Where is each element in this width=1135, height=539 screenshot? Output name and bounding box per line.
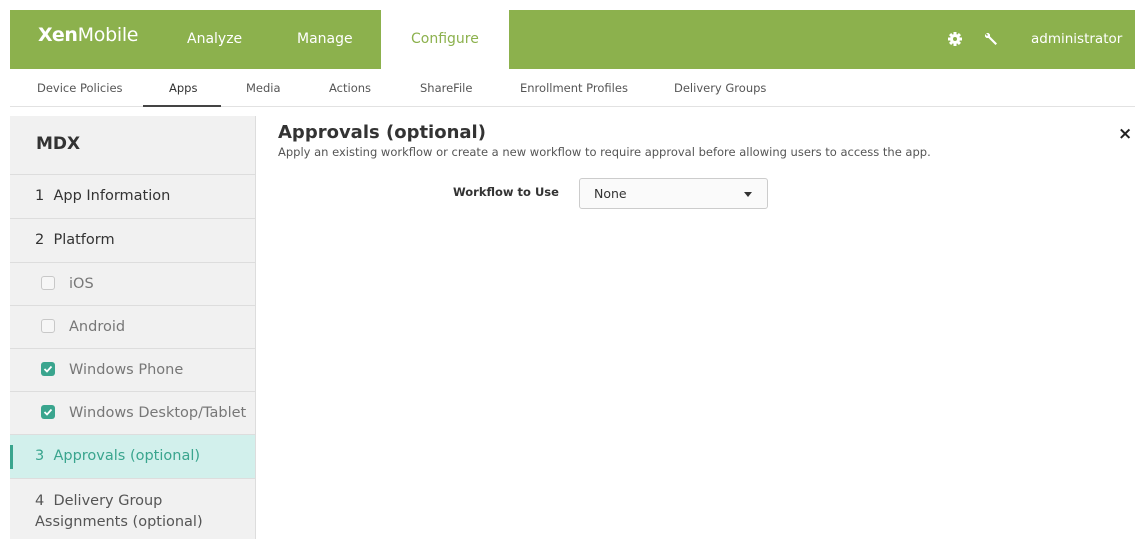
subtab-enrollment-profiles[interactable]: Enrollment Profiles bbox=[520, 69, 628, 107]
sidebar-item-approvals[interactable]: 3 Approvals (optional) bbox=[10, 435, 255, 479]
sidebar-item-label: 3 Approvals (optional) bbox=[35, 448, 201, 464]
checkbox-checked-icon[interactable] bbox=[41, 404, 55, 419]
gear-icon[interactable] bbox=[947, 31, 963, 47]
workflow-label: Workflow to Use bbox=[453, 185, 559, 199]
sidebar-item-app-information[interactable]: 1 App Information bbox=[10, 175, 255, 219]
page-description: Apply an existing workflow or create a n… bbox=[278, 145, 931, 159]
platform-label: Android bbox=[69, 319, 126, 335]
platform-checkbox-android[interactable]: Android bbox=[10, 306, 255, 349]
main-content: Approvals (optional) Apply an existing w… bbox=[278, 122, 1128, 159]
xenmobile-logo[interactable]: XenMobile bbox=[38, 24, 138, 46]
checkbox-unchecked-icon[interactable] bbox=[41, 275, 55, 290]
platform-label: iOS bbox=[69, 276, 94, 292]
subtab-apps[interactable]: Apps bbox=[143, 69, 221, 107]
subtab-sharefile[interactable]: ShareFile bbox=[420, 69, 472, 107]
sidebar-item-platform[interactable]: 2 Platform bbox=[10, 219, 255, 263]
tab-configure[interactable]: Configure bbox=[381, 10, 509, 69]
subtab-actions[interactable]: Actions bbox=[329, 69, 371, 107]
platform-label: Windows Phone bbox=[69, 362, 184, 378]
sub-navigation: Device Policies Apps Media Actions Share… bbox=[10, 69, 1135, 107]
sidebar-title: MDX bbox=[10, 116, 255, 175]
caret-down-icon bbox=[744, 192, 752, 197]
platform-checkbox-windows-desktop-tablet[interactable]: Windows Desktop/Tablet bbox=[10, 392, 255, 435]
subtab-device-policies[interactable]: Device Policies bbox=[37, 69, 123, 107]
user-menu[interactable]: administrator bbox=[1031, 10, 1135, 102]
sidebar-item-delivery-group-assignments[interactable]: 4 Delivery Group Assignments (optional) bbox=[10, 479, 255, 539]
tab-manage[interactable]: Manage bbox=[297, 10, 353, 69]
sidebar-item-label: 4 Delivery Group Assignments (optional) bbox=[35, 493, 203, 530]
platform-label: Windows Desktop/Tablet bbox=[69, 405, 247, 421]
top-navigation-bar: XenMobile Analyze Manage Configure admin… bbox=[10, 10, 1135, 102]
subtab-media[interactable]: Media bbox=[246, 69, 281, 107]
page-title: Approvals (optional) bbox=[278, 122, 486, 143]
sidebar-item-label: 1 App Information bbox=[35, 188, 171, 204]
platform-checkbox-windows-phone[interactable]: Windows Phone bbox=[10, 349, 255, 392]
tab-analyze[interactable]: Analyze bbox=[187, 10, 242, 69]
checkbox-checked-icon[interactable] bbox=[41, 361, 55, 376]
close-icon[interactable]: × bbox=[1118, 124, 1132, 144]
workflow-select[interactable]: None bbox=[579, 178, 768, 209]
wizard-sidebar: MDX 1 App Information 2 Platform iOS And… bbox=[10, 116, 256, 539]
subtab-delivery-groups[interactable]: Delivery Groups bbox=[674, 69, 766, 107]
workflow-selected-value: None bbox=[594, 186, 627, 201]
user-name: administrator bbox=[1031, 31, 1123, 47]
wrench-icon[interactable] bbox=[983, 31, 999, 47]
checkbox-unchecked-icon[interactable] bbox=[41, 318, 55, 333]
platform-checkbox-ios[interactable]: iOS bbox=[10, 263, 255, 306]
sidebar-item-label: 2 Platform bbox=[35, 232, 115, 248]
